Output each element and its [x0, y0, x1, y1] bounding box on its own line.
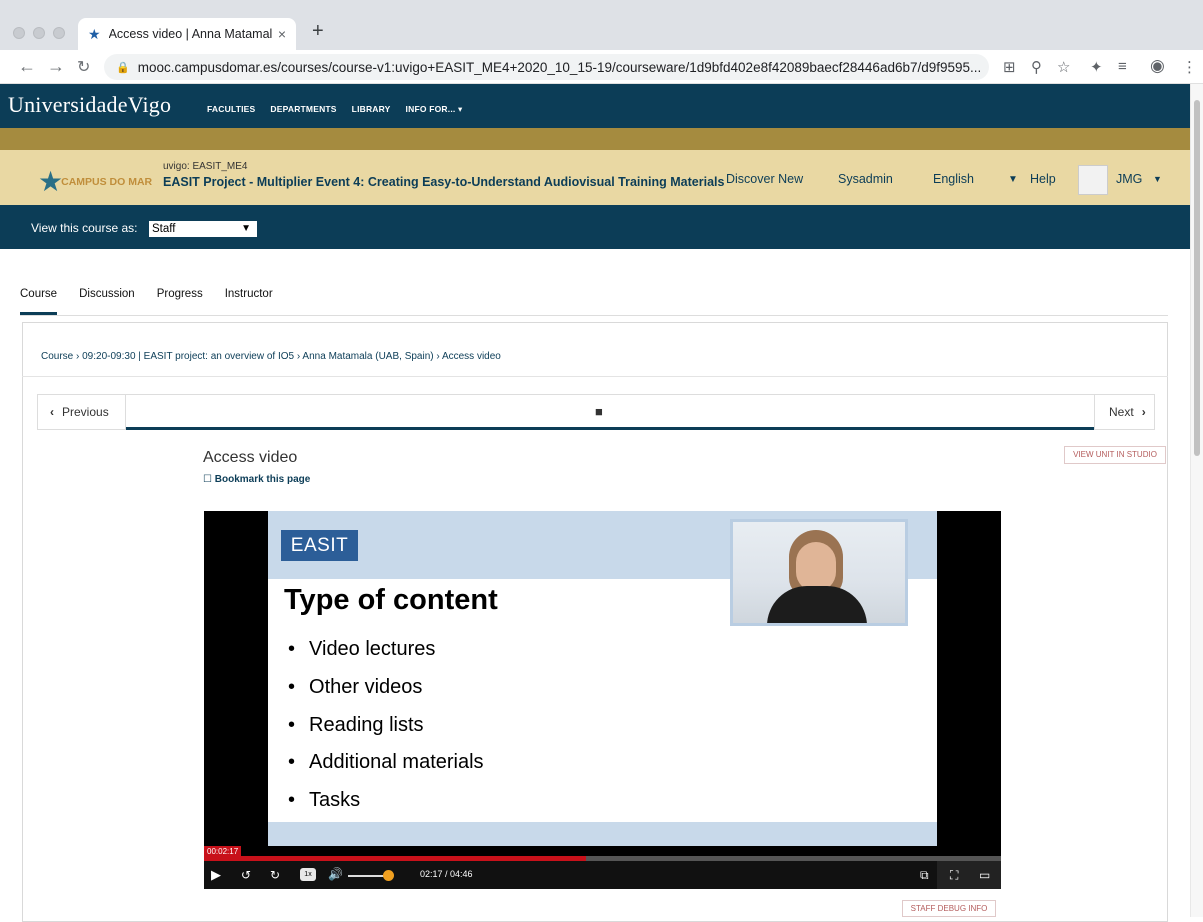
bookmark-star-icon[interactable]: ☆	[1057, 58, 1070, 76]
next-button[interactable]: Next ›	[1094, 395, 1154, 429]
speaker-webcam	[730, 519, 908, 626]
gold-band	[0, 128, 1203, 150]
tab-title: Access video | Anna Matamala	[108, 27, 272, 41]
picture-in-picture-icon[interactable]: ⧉	[920, 868, 929, 883]
view-as-bar: View this course as: Staff ▼	[0, 205, 1203, 249]
slide-bullet: Video lectures	[288, 635, 484, 673]
address-bar-row: ← → ↻ 🔒 mooc.campusdomar.es/courses/cour…	[0, 50, 1203, 84]
tab-course[interactable]: Course	[20, 288, 58, 315]
video-player[interactable]: EASIT Type of content Video lectures Oth…	[204, 511, 1001, 889]
nav-info-for[interactable]: INFO FOR... ▾	[406, 104, 463, 115]
view-as-select[interactable]: Staff ▼	[149, 221, 257, 237]
tab-instructor[interactable]: Instructor	[225, 288, 273, 315]
brand-text: CAMPUS DO MAR	[61, 176, 153, 188]
slide-bullet: Additional materials	[288, 748, 484, 786]
lock-icon: 🔒	[116, 61, 130, 74]
skip-back-icon[interactable]: ↺	[241, 868, 251, 882]
window-minimize-button[interactable]	[33, 27, 45, 39]
volume-icon[interactable]: 🔊	[328, 867, 343, 881]
campus-do-mar-logo[interactable]: ★ CAMPUS DO MAR	[38, 168, 152, 196]
previous-button[interactable]: ‹ Previous	[38, 395, 126, 429]
user-menu[interactable]: JMG	[1116, 172, 1142, 186]
url-text: mooc.campusdomar.es/courses/course-v1:uv…	[137, 59, 982, 75]
chevron-left-icon: ‹	[50, 405, 54, 419]
bookmark-button[interactable]: ☐ Bookmark this page	[203, 474, 310, 485]
profile-icon[interactable]: ◉	[1150, 56, 1165, 76]
slide-bullet: Other videos	[288, 673, 484, 711]
breadcrumb[interactable]: Course › 09:20-09:30 | EASIT project: an…	[41, 351, 501, 362]
play-icon[interactable]: ▶	[211, 867, 221, 883]
forward-arrow-icon[interactable]: →	[47, 56, 65, 77]
staff-debug-info-button[interactable]: STAFF DEBUG INFO	[902, 900, 996, 917]
breadcrumb-divider	[22, 376, 1168, 377]
discover-new-link[interactable]: Discover New	[726, 172, 803, 186]
language-select[interactable]: English	[933, 172, 974, 186]
nav-library[interactable]: LIBRARY	[352, 104, 391, 115]
control-bar-right	[937, 861, 1001, 889]
course-name: EASIT Project - Multiplier Event 4: Crea…	[163, 175, 725, 189]
page-scrollbar[interactable]	[1190, 84, 1203, 917]
tab-close-icon[interactable]: ×	[278, 26, 286, 42]
star-logo-icon: ★	[38, 166, 64, 197]
tab-divider	[20, 315, 1168, 316]
nav-departments[interactable]: DEPARTMENTS	[270, 104, 336, 115]
chevron-right-icon: ›	[1141, 405, 1146, 419]
reading-list-icon[interactable]: ≡	[1118, 58, 1127, 75]
window-zoom-button[interactable]	[53, 27, 65, 39]
sequence-nav: ‹ Previous ■ Next ›	[37, 394, 1155, 430]
course-tabs: Course Discussion Progress Instructor	[20, 288, 295, 315]
course-org: uvigo: EASIT_ME4	[163, 161, 248, 172]
unit-title: Access video	[203, 449, 298, 466]
browser-tab-strip: ★ Access video | Anna Matamala × +	[0, 0, 1203, 50]
reload-icon[interactable]: ↻	[77, 57, 90, 77]
view-unit-in-studio-button[interactable]: VIEW UNIT IN STUDIO	[1064, 446, 1166, 464]
slide-logo: EASIT	[281, 530, 358, 561]
skip-forward-icon[interactable]: ↻	[270, 868, 280, 882]
avatar[interactable]	[1078, 165, 1108, 195]
slide-title: Type of content	[284, 584, 498, 616]
captions-icon[interactable]: ▭	[979, 868, 990, 882]
url-field[interactable]: 🔒 mooc.campusdomar.es/courses/course-v1:…	[104, 54, 989, 80]
slide-bullets: Video lectures Other videos Reading list…	[288, 635, 484, 824]
fullscreen-icon[interactable]: ⛶	[950, 868, 958, 883]
slide-bullet: Tasks	[288, 786, 484, 824]
browser-tab[interactable]: ★ Access video | Anna Matamala ×	[78, 18, 296, 50]
zoom-icon[interactable]: ⚲	[1031, 58, 1042, 76]
translate-icon[interactable]: ⊞	[1003, 58, 1016, 76]
view-as-value: Staff	[152, 223, 176, 235]
control-bar: ▶ ↺ ↻ 1x 🔊 02:17 / 04:46 ⧉ ⛶ ▭	[204, 861, 1001, 889]
slide-footer-band	[268, 822, 937, 846]
bookmark-label: Bookmark this page	[214, 474, 311, 485]
user-caret-icon[interactable]: ▼	[1153, 174, 1162, 184]
video-frame: EASIT Type of content Video lectures Oth…	[268, 511, 937, 846]
menu-kebab-icon[interactable]: ⋮	[1182, 58, 1197, 76]
chevron-down-icon[interactable]: ▼	[1008, 174, 1018, 185]
help-link[interactable]: Help	[1030, 172, 1056, 186]
sysadmin-link[interactable]: Sysadmin	[838, 172, 893, 186]
new-tab-button[interactable]: +	[312, 20, 324, 43]
previous-label: Previous	[62, 405, 109, 419]
speed-button[interactable]: 1x	[300, 868, 316, 881]
university-logo[interactable]: UniversidadeVigo	[8, 92, 171, 118]
video-unit-icon[interactable]: ■	[595, 404, 603, 419]
slide-bullet: Reading lists	[288, 711, 484, 749]
next-label: Next	[1109, 405, 1134, 419]
volume-knob[interactable]	[382, 870, 394, 881]
extensions-puzzle-icon[interactable]: ✦	[1090, 58, 1103, 76]
back-arrow-icon[interactable]: ←	[18, 56, 36, 77]
scrollbar-thumb[interactable]	[1194, 100, 1200, 456]
bookmark-icon: ☐	[203, 474, 215, 485]
time-display: 02:17 / 04:46	[420, 869, 473, 879]
tab-discussion[interactable]: Discussion	[79, 288, 135, 315]
star-favicon-icon: ★	[88, 25, 101, 42]
window-close-button[interactable]	[13, 27, 25, 39]
view-as-label: View this course as:	[31, 221, 138, 235]
top-nav: FACULTIES DEPARTMENTS LIBRARY INFO FOR..…	[207, 104, 462, 115]
active-unit-indicator	[126, 427, 1094, 430]
nav-faculties[interactable]: FACULTIES	[207, 104, 255, 115]
university-header: UniversidadeVigo FACULTIES DEPARTMENTS L…	[0, 84, 1203, 128]
chevron-down-icon: ▼	[241, 223, 251, 234]
tab-progress[interactable]: Progress	[157, 288, 203, 315]
